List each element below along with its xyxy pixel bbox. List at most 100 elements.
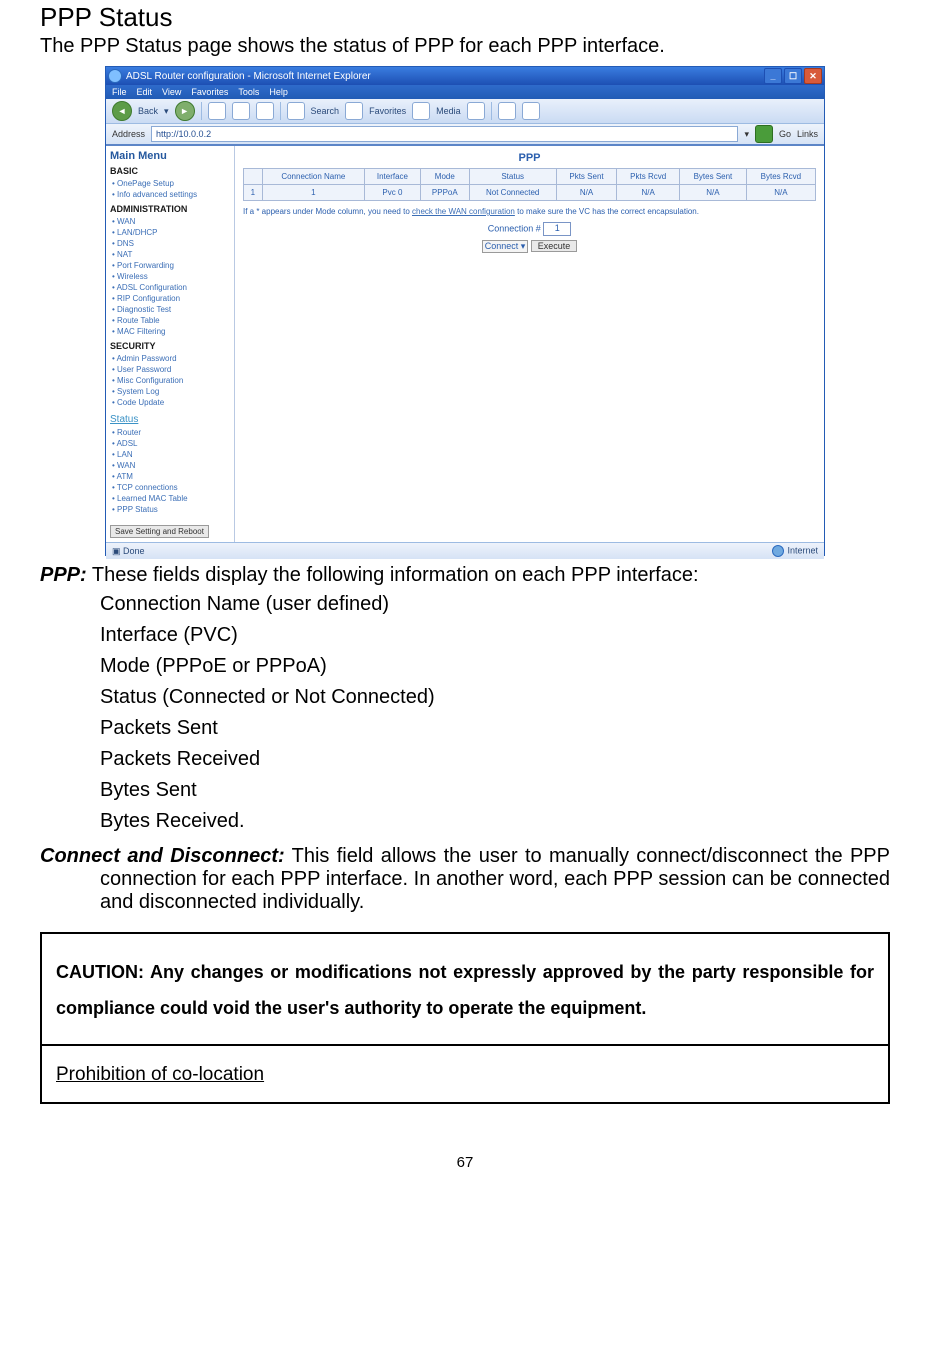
home-icon[interactable] — [256, 102, 274, 120]
intro-text: The PPP Status page shows the status of … — [40, 35, 890, 58]
sidebar-item[interactable]: PPP Status — [112, 504, 230, 515]
sidebar-item[interactable]: DNS — [112, 238, 230, 249]
sidebar-title: Main Menu — [110, 150, 230, 162]
sidebar-item[interactable]: Code Update — [112, 397, 230, 408]
window-control-buttons: _ ☐ ✕ — [764, 68, 822, 84]
links-label[interactable]: Links — [797, 129, 818, 139]
sidebar-item[interactable]: ATM — [112, 471, 230, 482]
sidebar-item[interactable]: NAT — [112, 249, 230, 260]
ppp-label: PPP: — [40, 564, 87, 586]
back-dropdown-icon[interactable]: ▾ — [164, 106, 169, 117]
menu-file[interactable]: File — [112, 87, 127, 97]
print-icon[interactable] — [522, 102, 540, 120]
sidebar-item[interactable]: Wireless — [112, 271, 230, 282]
status-zone: Internet — [787, 545, 818, 555]
refresh-icon[interactable] — [232, 102, 250, 120]
caution-text: CAUTION: Any changes or modifications no… — [56, 962, 874, 1018]
address-input[interactable]: http://10.0.0.2 — [151, 126, 738, 142]
sidebar-item[interactable]: RIP Configuration — [112, 293, 230, 304]
col-pkr: Pkts Rcvd — [617, 169, 680, 185]
close-button[interactable]: ✕ — [804, 68, 822, 84]
maximize-button[interactable]: ☐ — [784, 68, 802, 84]
sidebar-item[interactable]: Diagnostic Test — [112, 304, 230, 315]
prohibition-text: Prohibition of co-location — [56, 1064, 264, 1085]
cell-status: Not Connected — [469, 185, 556, 201]
favorites-icon[interactable] — [345, 102, 363, 120]
address-dropdown-icon[interactable]: ▾ — [744, 129, 749, 140]
menu-view[interactable]: View — [162, 87, 181, 97]
media-label: Media — [436, 106, 461, 116]
menu-favorites[interactable]: Favorites — [191, 87, 228, 97]
minimize-button[interactable]: _ — [764, 68, 782, 84]
sidebar-item[interactable]: LAN — [112, 449, 230, 460]
list-item: Packets Sent — [40, 713, 890, 744]
forward-button[interactable]: ► — [175, 101, 195, 121]
list-item: Interface (PVC) — [40, 620, 890, 651]
media-icon[interactable] — [412, 102, 430, 120]
go-button[interactable] — [755, 125, 773, 143]
ie-icon — [108, 69, 122, 83]
sidebar-item[interactable]: ADSL Configuration — [112, 282, 230, 293]
window-title-text: ADSL Router configuration - Microsoft In… — [126, 71, 764, 82]
search-icon[interactable] — [287, 102, 305, 120]
list-item: Packets Received — [40, 744, 890, 775]
toolbar-separator — [280, 102, 281, 120]
list-item: Bytes Sent — [40, 775, 890, 806]
table-row: 1 1 Pvc 0 PPPoA Not Connected N/A N/A N/… — [244, 185, 816, 201]
sidebar-item[interactable]: Route Table — [112, 315, 230, 326]
sidebar-item[interactable]: TCP connections — [112, 482, 230, 493]
sidebar-item[interactable]: System Log — [112, 386, 230, 397]
cell-bys: N/A — [680, 185, 747, 201]
sidebar-item[interactable]: LAN/DHCP — [112, 227, 230, 238]
list-item: Status (Connected or Not Connected) — [40, 682, 890, 713]
save-reboot-button[interactable]: Save Setting and Reboot — [110, 525, 209, 538]
sidebar-item[interactable]: Port Forwarding — [112, 260, 230, 271]
sidebar-item[interactable]: ADSL — [112, 438, 230, 449]
page-title: PPP Status — [40, 2, 890, 33]
connection-label: Connection # — [488, 223, 541, 233]
sidebar-item[interactable]: Misc Configuration — [112, 375, 230, 386]
go-label: Go — [779, 129, 791, 139]
ppp-note: If a * appears under Mode column, you ne… — [243, 207, 816, 216]
mail-icon[interactable] — [498, 102, 516, 120]
menu-tools[interactable]: Tools — [238, 87, 259, 97]
address-label: Address — [112, 129, 145, 139]
sidebar-item[interactable]: OnePage Setup — [112, 178, 230, 189]
col-name: Connection Name — [262, 169, 364, 185]
sidebar-item[interactable]: WAN — [112, 460, 230, 471]
menu-edit[interactable]: Edit — [137, 87, 153, 97]
execute-button[interactable]: Execute — [531, 240, 578, 252]
sidebar-item[interactable]: Admin Password — [112, 353, 230, 364]
cell-name: 1 — [262, 185, 364, 201]
menu-bar: File Edit View Favorites Tools Help — [106, 85, 824, 99]
history-icon[interactable] — [467, 102, 485, 120]
list-item: Connection Name (user defined) — [40, 589, 890, 620]
cell-pkr: N/A — [617, 185, 680, 201]
stop-icon[interactable] — [208, 102, 226, 120]
sidebar-item[interactable]: Router — [112, 427, 230, 438]
action-select[interactable]: Connect ▾ — [482, 240, 529, 253]
note-link[interactable]: check the WAN configuration — [412, 207, 515, 216]
cell-idx: 1 — [244, 185, 263, 201]
menu-help[interactable]: Help — [269, 87, 288, 97]
ie-screenshot: ADSL Router configuration - Microsoft In… — [105, 66, 825, 556]
sidebar-item[interactable]: Learned MAC Table — [112, 493, 230, 504]
table-header-row: Connection Name Interface Mode Status Pk… — [244, 169, 816, 185]
col-mode: Mode — [420, 169, 469, 185]
sidebar-item[interactable]: User Password — [112, 364, 230, 375]
caution-box: CAUTION: Any changes or modifications no… — [40, 932, 890, 1046]
col-iface: Interface — [364, 169, 420, 185]
search-label: Search — [311, 106, 340, 116]
toolbar-separator — [201, 102, 202, 120]
back-button[interactable]: ◄ — [112, 101, 132, 121]
sidebar-head-basic: BASIC — [110, 166, 230, 176]
ppp-table: Connection Name Interface Mode Status Pk… — [243, 168, 816, 201]
sidebar-head-admin: ADMINISTRATION — [110, 204, 230, 214]
sidebar-head-status[interactable]: Status — [110, 414, 230, 425]
sidebar-item[interactable]: MAC Filtering — [112, 326, 230, 337]
sidebar-item[interactable]: WAN — [112, 216, 230, 227]
col-bys: Bytes Sent — [680, 169, 747, 185]
connection-number-input[interactable]: 1 — [543, 222, 571, 236]
status-done: Done — [123, 546, 145, 556]
sidebar-item[interactable]: Info advanced settings — [112, 189, 230, 200]
